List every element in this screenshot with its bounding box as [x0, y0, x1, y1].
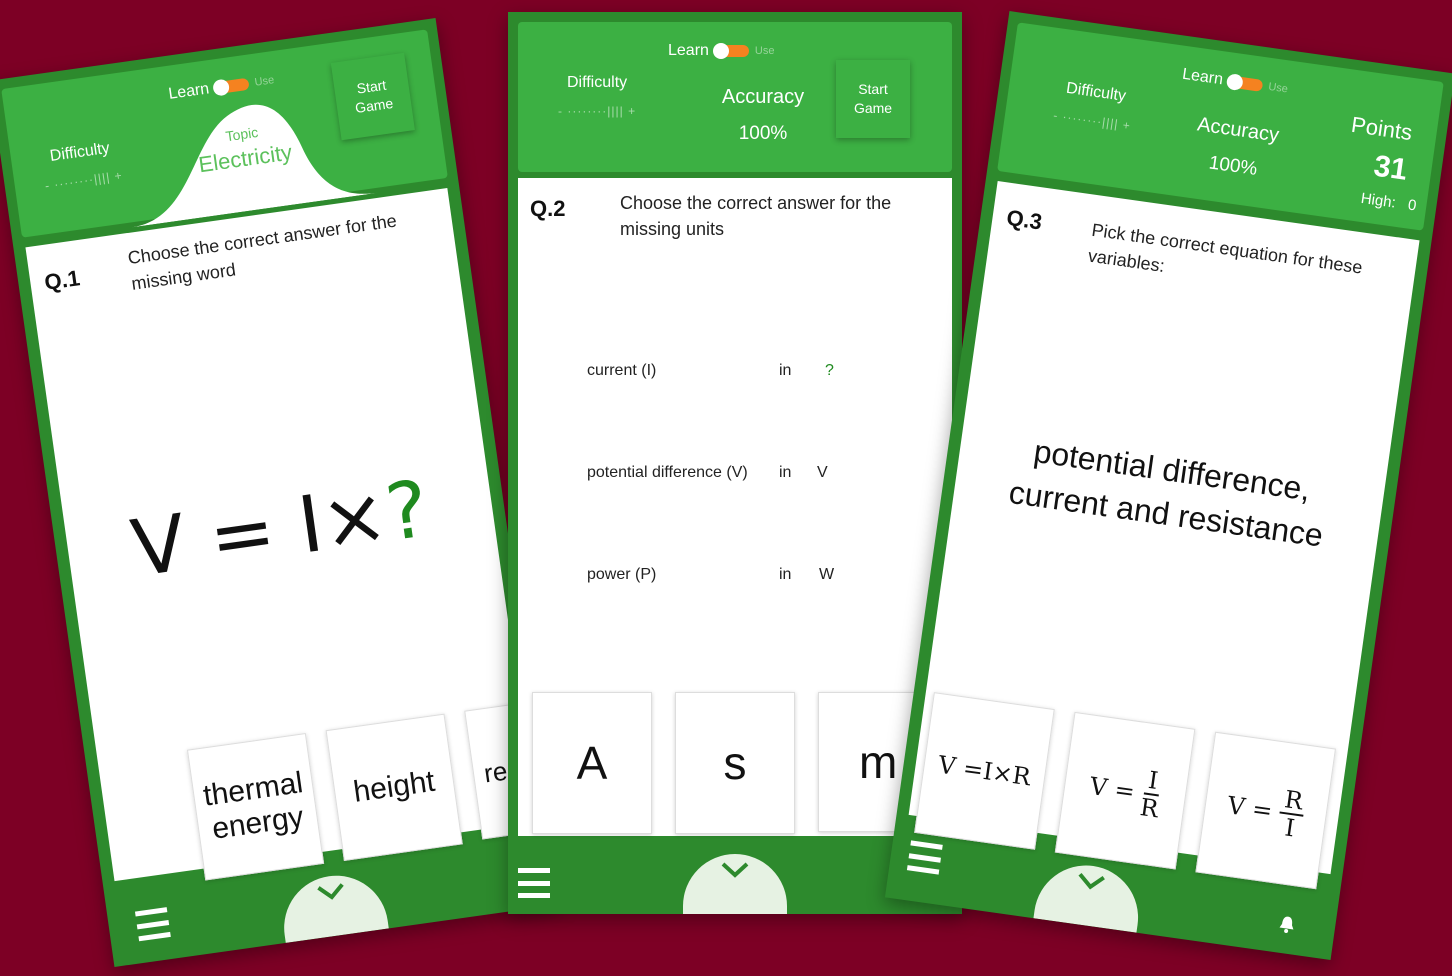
chevron-down-icon [1078, 872, 1105, 890]
question-line: Choose the correct answer for the [620, 193, 892, 213]
quantity-name: current (I) [587, 362, 657, 379]
accuracy-label: Accuracy [1195, 113, 1281, 147]
high-label: High: [1359, 189, 1397, 212]
difficulty-slider[interactable]: - ········|||| + [44, 168, 123, 193]
unit-row: potential difference (V) in V [587, 464, 828, 482]
use-label: Use [1267, 80, 1289, 96]
question-text: Pick the correct equation for these vari… [1086, 217, 1364, 307]
answer-option[interactable]: A [532, 692, 652, 834]
toggle-icon[interactable] [712, 43, 749, 59]
points-value: 31 [1371, 149, 1410, 187]
answer-lhs: V = [1088, 771, 1145, 807]
learn-label: Learn [1181, 65, 1225, 89]
answer-option[interactable]: V = I×R [914, 692, 1055, 850]
fraction-denominator: R [1138, 793, 1161, 824]
difficulty-control[interactable]: Difficulty - ········|||| + [558, 74, 636, 118]
in-label: in [779, 362, 792, 379]
start-game-button[interactable]: Start Game [330, 52, 415, 141]
difficulty-label: Difficulty [1065, 79, 1128, 105]
quantity-name: potential difference (V) [587, 464, 748, 481]
answer-option[interactable]: s [675, 692, 795, 834]
fraction-numerator: R [1279, 785, 1308, 817]
unit-value: V [817, 464, 828, 481]
fraction-numerator: I [1143, 766, 1163, 797]
bell-icon[interactable] [1278, 915, 1296, 935]
menu-icon[interactable] [518, 868, 550, 898]
accuracy-display: Accuracy 100% [1167, 110, 1304, 187]
start-game-button[interactable]: Start Game [836, 60, 910, 138]
use-label: Use [754, 45, 775, 57]
fraction-denominator: I [1283, 813, 1297, 843]
answer-rhs: I×R [981, 756, 1033, 792]
difficulty-control[interactable]: Difficulty - ········|||| + [1052, 79, 1135, 133]
difficulty-label: Difficulty [566, 74, 628, 91]
question-number: Q.3 [1005, 204, 1044, 235]
menu-icon[interactable] [906, 840, 943, 875]
answer-lhs: V = [936, 750, 986, 785]
game-header: Learn Use Difficulty - ········|||| + Ac… [518, 22, 952, 172]
unit-row: power (P) in W [587, 566, 834, 584]
toggle-icon[interactable] [1227, 75, 1264, 92]
start-label: Start [355, 76, 388, 97]
quiz-screen-2: Learn Use Difficulty - ········|||| + Ac… [508, 12, 962, 914]
question-line: missing units [620, 219, 725, 239]
question-card: Q.3 Pick the correct equation for these … [908, 181, 1420, 890]
difficulty-control[interactable]: Difficulty - ········|||| + [40, 139, 123, 193]
answer-option[interactable]: V = I R [1054, 711, 1196, 870]
quantity-name: power (P) [587, 566, 657, 583]
points-display: Points 31 High: 0 [1326, 110, 1428, 215]
menu-icon[interactable] [134, 907, 171, 942]
accuracy-value: 100% [1207, 152, 1259, 180]
start-label: Start [858, 81, 888, 97]
question-card: Q.1 Choose the correct answer for the mi… [25, 188, 561, 882]
in-label: in [779, 566, 792, 583]
accuracy-label: Accuracy [721, 86, 805, 108]
answer-option[interactable]: V = R I [1195, 731, 1336, 890]
accuracy-value: 100% [738, 123, 788, 144]
question-number: Q.1 [42, 265, 82, 295]
equation: V = I×? [63, 455, 497, 603]
next-button[interactable] [1033, 858, 1145, 933]
next-button[interactable] [683, 854, 787, 914]
learn-label: Learn [668, 42, 709, 59]
use-label: Use [253, 74, 275, 89]
in-label: in [779, 464, 792, 481]
game-label: Game [354, 94, 395, 117]
answer-lhs: V = [1225, 791, 1282, 827]
unit-value: W [819, 566, 835, 583]
unit-value: ? [825, 362, 834, 379]
answer-option[interactable]: height [325, 713, 463, 861]
question-card: Q.2 Choose the correct answer for the mi… [518, 178, 952, 836]
answer-option[interactable]: thermal energy [186, 733, 325, 881]
question-text: Choose the correct answer for the missin… [620, 190, 891, 242]
next-button[interactable] [277, 868, 389, 943]
game-label: Game [853, 100, 893, 116]
quiz-screen-3: Learn Use Difficulty - ········|||| + Ac… [884, 11, 1452, 960]
difficulty-slider[interactable]: - ········|||| + [1052, 108, 1131, 133]
toggle-icon[interactable] [214, 77, 250, 95]
points-label: Points [1349, 111, 1414, 146]
unit-row: current (I) in? [587, 362, 834, 380]
chevron-down-icon [721, 862, 749, 878]
accuracy-display: Accuracy 100% [688, 86, 838, 145]
learn-use-switch[interactable]: Learn Use [1181, 66, 1289, 99]
quiz-screen-1: Learn Use Difficulty - ········|||| + To… [0, 18, 561, 967]
high-value: 0 [1406, 196, 1418, 215]
equation-lhs: V = I× [126, 470, 394, 595]
difficulty-label: Difficulty [48, 139, 111, 165]
learn-use-switch[interactable]: Learn Use [668, 42, 774, 60]
chevron-down-icon [317, 883, 344, 900]
variables-text: potential difference, current and resist… [952, 419, 1386, 565]
high-score: High: 0 [1326, 185, 1418, 215]
difficulty-slider[interactable]: - ········|||| + [558, 104, 636, 118]
question-number: Q.2 [530, 196, 566, 221]
